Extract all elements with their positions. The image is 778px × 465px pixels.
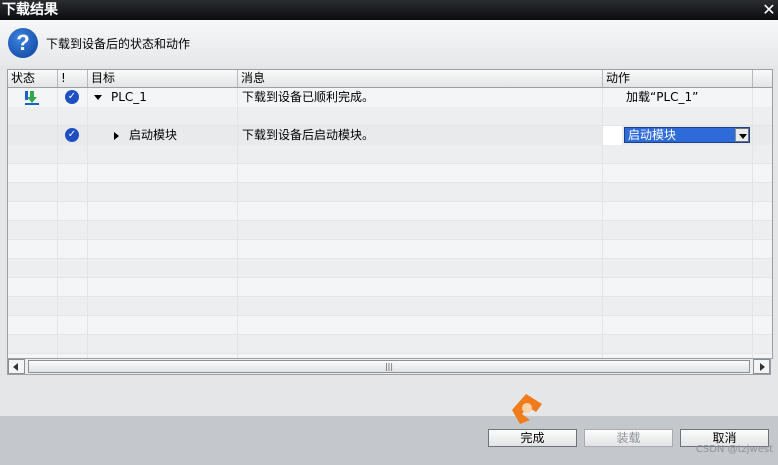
- empty-row: [8, 297, 772, 316]
- column-divider: [752, 88, 753, 358]
- row-action: 加载“PLC_1”: [626, 90, 699, 104]
- row-message: 下载到设备已顺利完成。: [242, 90, 375, 104]
- empty-row: [8, 145, 772, 164]
- title-bar: 下载结果 ✕: [0, 0, 778, 20]
- arrow-right-icon: [760, 363, 765, 371]
- finish-button[interactable]: 完成: [488, 429, 577, 447]
- column-header-target[interactable]: 目标: [88, 70, 238, 87]
- empty-row: [8, 202, 772, 221]
- column-divider: [57, 88, 58, 358]
- action-select-value: 启动模块: [628, 128, 677, 142]
- column-header-flag[interactable]: !: [58, 70, 88, 87]
- table-row[interactable]: ✓ 启动模块 下载到设备后启动模块。 启动模块: [8, 126, 772, 145]
- empty-row: [8, 221, 772, 240]
- watermark: CSDN @tzjwest: [695, 444, 773, 455]
- table-body: ✓ PLC_1 下载到设备已顺利完成。 加载“PLC_1” ✓ 启动模块 下载到…: [8, 88, 772, 358]
- window-title: 下载结果: [2, 2, 58, 18]
- table-header: 状态 ! 目标 消息 动作: [8, 70, 772, 88]
- row-message: 下载到设备后启动模块。: [242, 128, 375, 142]
- scroll-left-button[interactable]: [8, 359, 25, 374]
- results-table: 状态 ! 目标 消息 动作 ✓ PLC_1 下载到设备已顺利完成。 加载“PLC…: [7, 69, 773, 359]
- column-divider: [87, 88, 88, 358]
- download-icon: [25, 91, 39, 105]
- row-target: PLC_1: [111, 90, 147, 104]
- close-icon[interactable]: ✕: [760, 0, 778, 20]
- empty-row: [8, 335, 772, 354]
- column-header-action[interactable]: 动作: [603, 70, 753, 87]
- empty-row: [8, 278, 772, 297]
- logo-icon: [512, 394, 542, 424]
- empty-row: [8, 259, 772, 278]
- column-header-filler: [753, 70, 772, 87]
- horizontal-scrollbar[interactable]: |||: [7, 358, 771, 375]
- load-button[interactable]: 装载: [584, 429, 673, 447]
- question-icon: ?: [8, 28, 38, 58]
- scroll-right-button[interactable]: [753, 359, 770, 374]
- expand-arrow-icon[interactable]: [114, 132, 119, 140]
- chevron-down-icon: [739, 134, 747, 139]
- row-target: 启动模块: [129, 128, 178, 142]
- action-select[interactable]: 启动模块: [624, 127, 750, 143]
- scroll-thumb[interactable]: |||: [28, 360, 750, 373]
- empty-row: [8, 164, 772, 183]
- arrow-left-icon: [13, 363, 18, 371]
- table-row[interactable]: ✓ PLC_1 下载到设备已顺利完成。 加载“PLC_1”: [8, 88, 772, 107]
- empty-row: [8, 240, 772, 259]
- dropdown-button[interactable]: [735, 128, 749, 142]
- empty-row: [8, 316, 772, 335]
- column-header-status[interactable]: 状态: [8, 70, 58, 87]
- column-divider: [237, 88, 238, 358]
- column-header-message[interactable]: 消息: [238, 70, 603, 87]
- empty-row: [8, 183, 772, 202]
- column-divider: [602, 88, 603, 358]
- expand-arrow-icon[interactable]: [94, 95, 102, 100]
- dialog-footer: 完成 装载 取消: [0, 416, 778, 465]
- dialog-header: ? 下载到设备后的状态和动作: [0, 20, 778, 66]
- empty-row: [8, 107, 772, 126]
- action-cell-pad: [603, 126, 622, 145]
- header-message: 下载到设备后的状态和动作: [46, 37, 191, 51]
- check-icon: ✓: [65, 90, 79, 104]
- check-icon: ✓: [65, 128, 79, 142]
